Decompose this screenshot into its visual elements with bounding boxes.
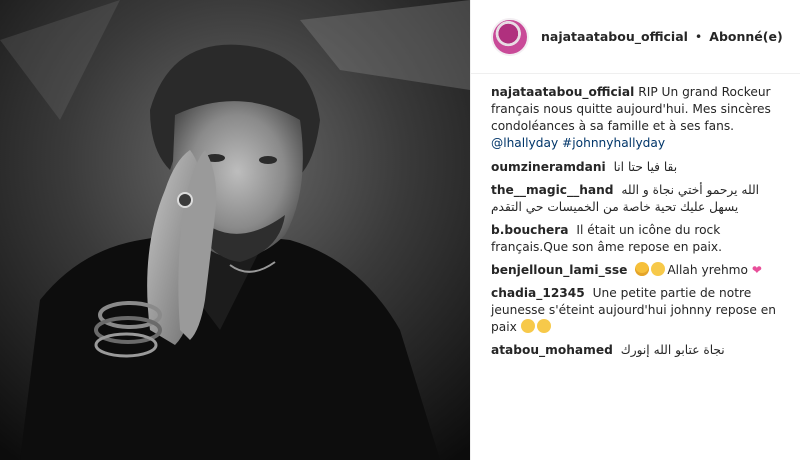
author-username[interactable]: najataatabou_official bbox=[541, 29, 688, 44]
disappointed-face-emoji-icon bbox=[536, 319, 551, 333]
comment-username[interactable]: atabou_mohamed bbox=[491, 343, 613, 357]
post-header: najataatabou_official • Abonné(e) bbox=[471, 0, 800, 74]
comment-text: Allah yrehmo bbox=[667, 263, 748, 277]
comment-item: oumzineramdani بقا فيا حتا انا bbox=[491, 159, 788, 176]
comment-username[interactable]: the__magic__hand bbox=[491, 183, 614, 197]
comment-username[interactable]: oumzineramdani bbox=[491, 160, 606, 174]
caption: najataatabou_official RIP Un grand Rockeu… bbox=[491, 84, 788, 152]
comment-item: atabou_mohamed نجاة عتابو الله إنورك bbox=[491, 342, 788, 359]
comment-item: chadia_12345 Une petite partie de notre … bbox=[491, 285, 788, 336]
post-sidebar: najataatabou_official • Abonné(e) najata… bbox=[470, 0, 800, 460]
comment-username[interactable]: b.bouchera bbox=[491, 223, 569, 237]
post-photo[interactable] bbox=[0, 0, 470, 460]
portrait-image bbox=[0, 0, 470, 460]
comment-username[interactable]: chadia_12345 bbox=[491, 286, 585, 300]
caption-username[interactable]: najataatabou_official bbox=[491, 85, 634, 99]
mention-link[interactable]: @lhallyday bbox=[491, 136, 558, 150]
hashtag-link[interactable]: #johnnyhallyday bbox=[562, 136, 665, 150]
comment-item: b.bouchera Il était un icône du rock fra… bbox=[491, 222, 788, 256]
comment-item: the__magic__hand الله يرحمو أختي نجاة و … bbox=[491, 182, 788, 216]
pink-heart-emoji-icon: ❤ bbox=[751, 263, 762, 277]
comment-username[interactable]: benjelloun_lami_sse bbox=[491, 263, 627, 277]
header-text: najataatabou_official • Abonné(e) bbox=[541, 29, 783, 44]
disappointed-face-emoji-icon bbox=[520, 319, 535, 333]
instagram-post: najataatabou_official • Abonné(e) najata… bbox=[0, 0, 800, 460]
comments-list: najataatabou_official RIP Un grand Rockeu… bbox=[471, 74, 800, 365]
avatar[interactable] bbox=[491, 17, 529, 56]
follow-status-button[interactable]: Abonné(e) bbox=[709, 29, 782, 44]
tired-face-emoji-icon bbox=[635, 262, 650, 276]
disappointed-face-emoji-icon bbox=[651, 262, 666, 276]
comment-text: نجاة عتابو الله إنورك bbox=[620, 343, 725, 357]
comment-item: benjelloun_lami_sse Allah yrehmo ❤ bbox=[491, 262, 788, 279]
separator-dot: • bbox=[694, 29, 703, 44]
comment-text: بقا فيا حتا انا bbox=[613, 160, 678, 174]
